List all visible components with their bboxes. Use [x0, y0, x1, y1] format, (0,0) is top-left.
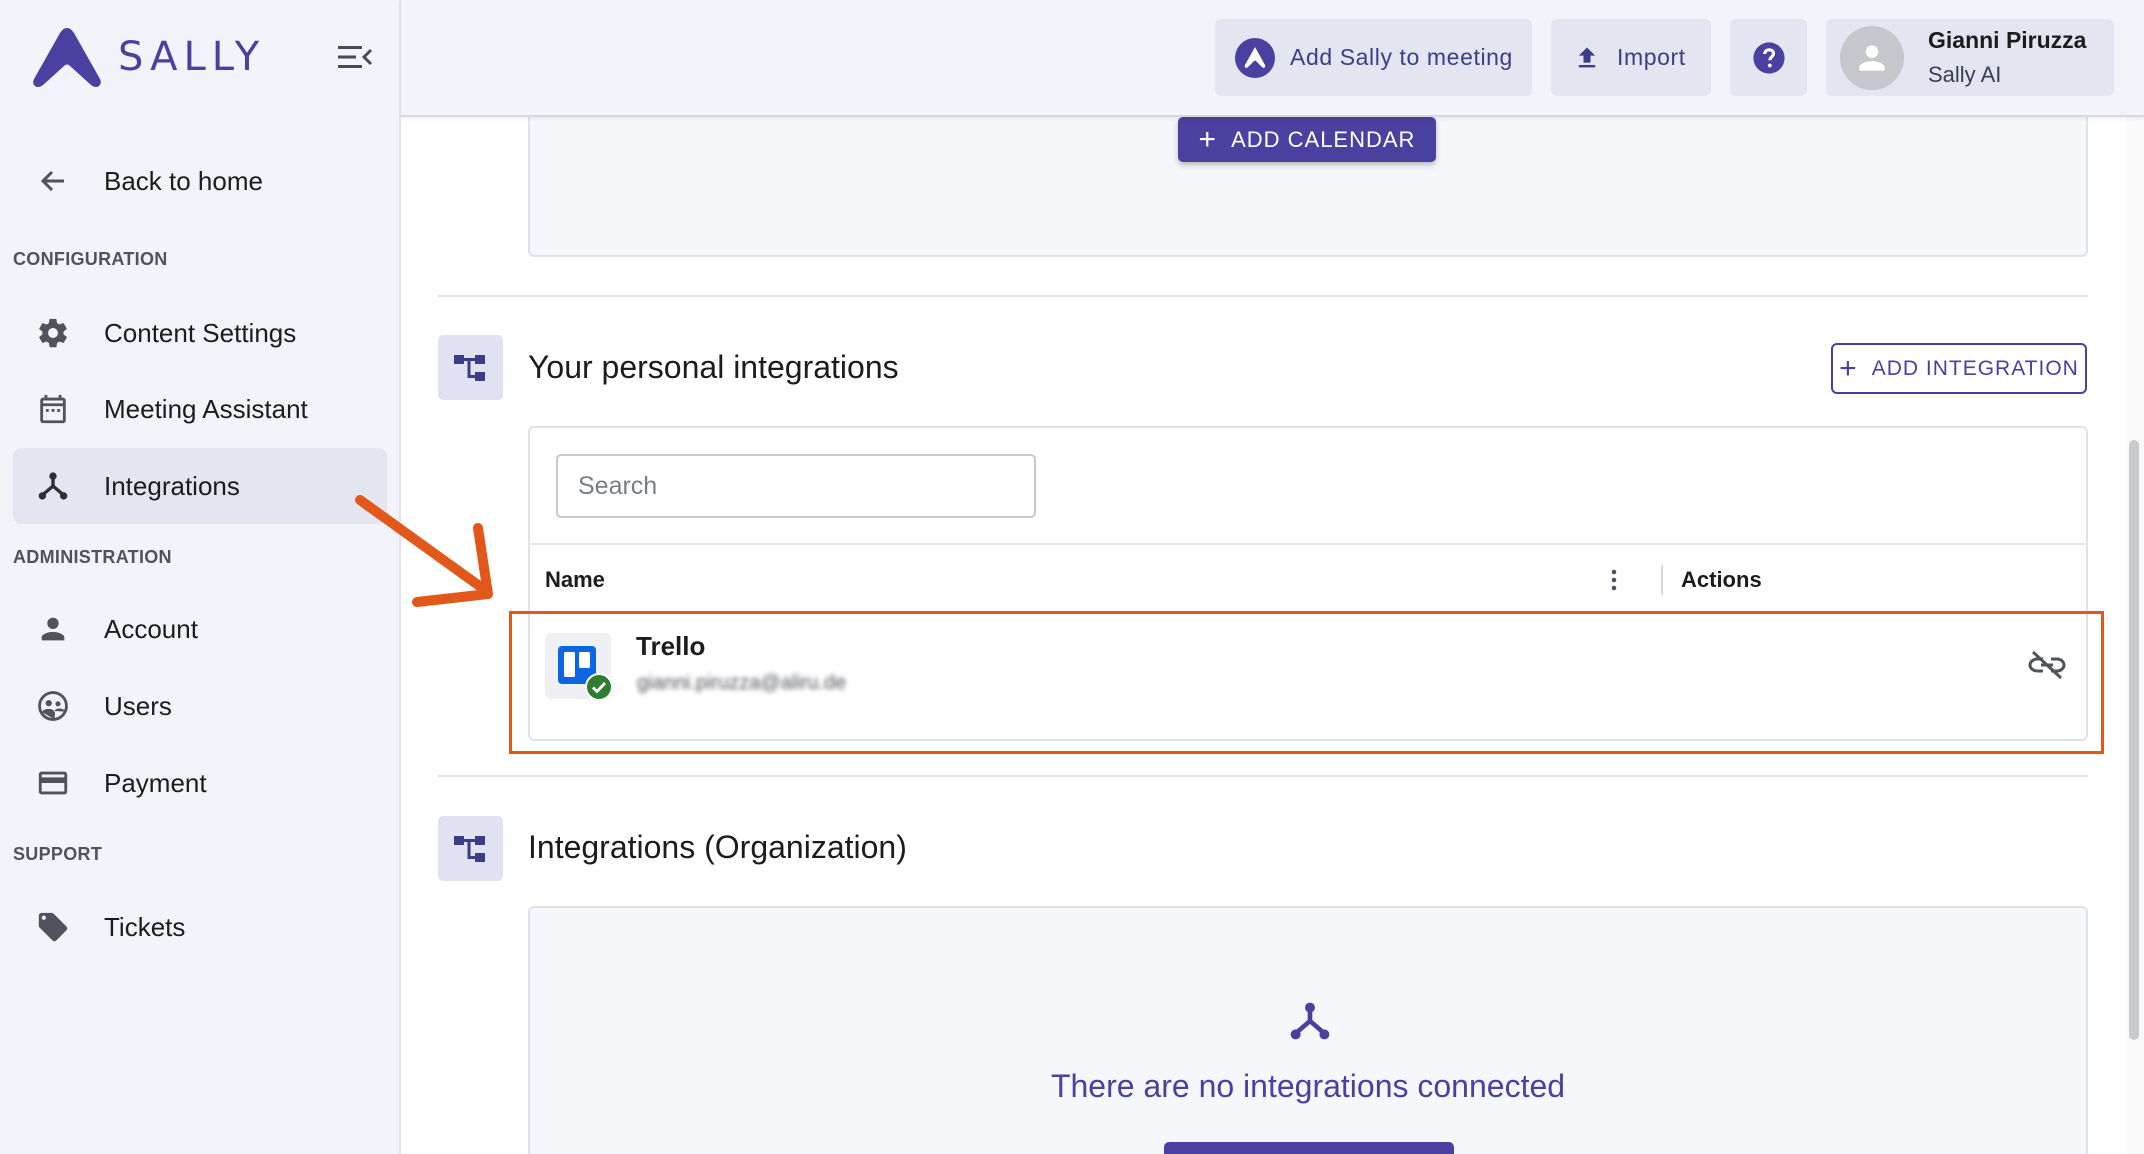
main-content: + ADD CALENDAR Your personal integration…	[401, 97, 2144, 1154]
sidebar-item-integrations[interactable]: Integrations	[13, 448, 387, 524]
back-to-home-label: Back to home	[104, 165, 263, 196]
help-icon	[1752, 41, 1785, 74]
divider	[438, 295, 2088, 297]
sidebar-item-label: Payment	[104, 767, 207, 798]
collapse-menu-icon[interactable]	[336, 42, 374, 72]
column-menu-icon[interactable]	[1604, 567, 1624, 593]
check-circle-icon	[585, 673, 613, 701]
sidebar-item-label: Integrations	[104, 470, 240, 501]
credit-card-icon	[13, 766, 93, 800]
integration-email: gianni.piruzza@aliru.de	[637, 672, 847, 694]
sally-logo-icon	[33, 28, 101, 88]
section-administration: ADMINISTRATION	[13, 547, 172, 567]
add-calendar-button[interactable]: + ADD CALENDAR	[1178, 117, 1436, 162]
sidebar-item-payment[interactable]: Payment	[13, 745, 387, 821]
user-name: Gianni Piruzza	[1928, 27, 2087, 53]
section-configuration: CONFIGURATION	[13, 249, 168, 269]
integration-name: Trello	[636, 631, 706, 661]
sidebar-item-label: Users	[104, 690, 172, 721]
back-to-home-link[interactable]: Back to home	[13, 143, 387, 219]
sidebar-item-users[interactable]: Users	[13, 668, 387, 744]
person-icon	[13, 612, 93, 646]
organization-integrations-title: Integrations (Organization)	[528, 829, 907, 865]
section-support: SUPPORT	[13, 844, 103, 864]
personal-integrations-table: Name Actions Trello gianni.piruzza@al	[528, 426, 2088, 741]
help-button[interactable]	[1730, 19, 1807, 96]
trello-logo	[545, 633, 613, 701]
sally-logo-icon	[1235, 37, 1275, 78]
table-header-row: Name Actions	[530, 543, 2086, 613]
user-info: Gianni Piruzza Sally AI	[1928, 27, 2086, 88]
sidebar-item-meeting-assistant[interactable]: Meeting Assistant	[13, 371, 387, 447]
plus-icon: +	[1198, 122, 1218, 156]
add-calendar-label: ADD CALENDAR	[1231, 126, 1416, 152]
arrow-left-icon	[13, 164, 93, 198]
column-header-actions: Actions	[1681, 567, 1762, 592]
users-icon	[13, 689, 93, 723]
divider	[438, 775, 2088, 777]
integrations-icon	[1290, 1002, 1330, 1040]
empty-state-message: There are no integrations connected	[1050, 1068, 1566, 1104]
plus-icon: +	[1839, 351, 1858, 385]
organization-section-icon	[438, 816, 503, 881]
column-header-name[interactable]: Name	[545, 567, 605, 593]
sidebar-item-label: Meeting Assistant	[104, 393, 308, 424]
unlink-icon[interactable]	[2027, 649, 2067, 681]
hierarchy-icon	[453, 354, 485, 381]
user-menu[interactable]: Gianni Piruzza Sally AI	[1826, 19, 2114, 96]
top-bar: Add Sally to meeting Import Gianni Piruz…	[401, 0, 2144, 117]
add-integration-button[interactable]: + ADD INTEGRATION	[1831, 343, 2087, 394]
organization-integrations-card: There are no integrations connected	[528, 906, 2088, 1154]
brand-name: SALLY	[118, 34, 266, 80]
person-icon	[1859, 44, 1885, 71]
gear-icon	[13, 316, 93, 350]
add-sally-label: Add Sally to meeting	[1290, 44, 1513, 70]
tag-icon	[13, 910, 93, 944]
add-sally-to-meeting-button[interactable]: Add Sally to meeting	[1215, 19, 1532, 96]
sidebar-item-label: Account	[104, 613, 198, 644]
column-separator[interactable]	[1661, 565, 1663, 595]
calendar-icon	[13, 392, 93, 426]
integrations-section-icon	[438, 335, 503, 400]
import-button[interactable]: Import	[1551, 19, 1711, 96]
user-org: Sally AI	[1928, 62, 2002, 87]
upload-icon	[1578, 47, 1596, 67]
sidebar-item-account[interactable]: Account	[13, 591, 387, 667]
avatar	[1840, 25, 1904, 90]
connect-integration-button[interactable]	[1164, 1142, 1454, 1154]
add-integration-label: ADD INTEGRATION	[1871, 356, 2079, 380]
sally-logo[interactable]: SALLY	[30, 24, 265, 90]
scrollbar-thumb[interactable]	[2129, 440, 2139, 1040]
hierarchy-icon	[453, 835, 485, 862]
search-input[interactable]	[556, 454, 1036, 518]
sidebar: SALLY Back to home CONFIGURATION Content…	[0, 0, 401, 1154]
sidebar-item-label: Tickets	[104, 911, 186, 942]
integrations-icon	[13, 469, 93, 503]
table-row[interactable]: Trello gianni.piruzza@aliru.de	[530, 613, 2086, 720]
personal-integrations-title: Your personal integrations	[528, 349, 899, 385]
import-label: Import	[1617, 44, 1686, 70]
sidebar-item-tickets[interactable]: Tickets	[13, 889, 387, 965]
sidebar-item-label: Content Settings	[104, 317, 297, 348]
sidebar-item-content-settings[interactable]: Content Settings	[13, 295, 387, 371]
